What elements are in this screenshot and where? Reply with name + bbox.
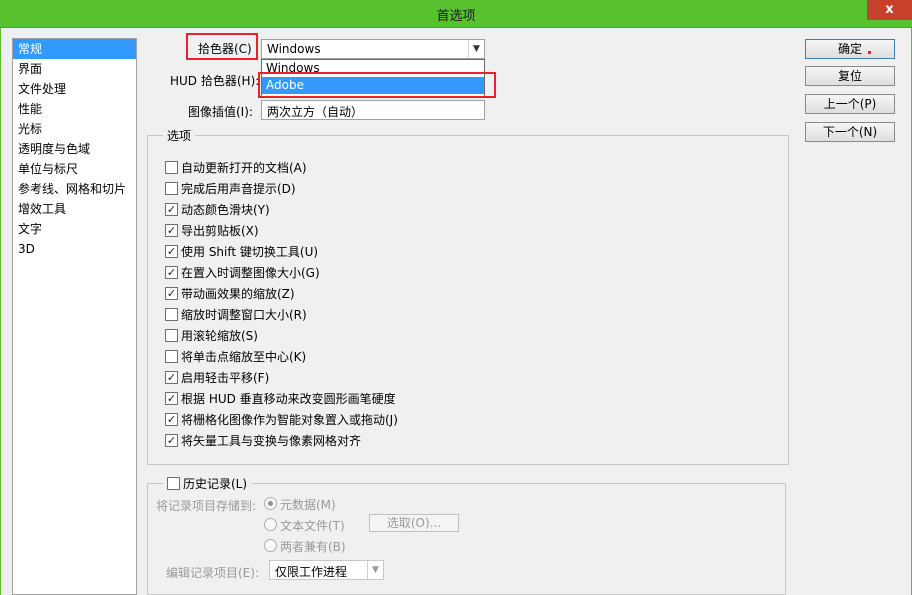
history-group-header: 历史记录(L) (163, 475, 252, 492)
interpolation-value: 两次立方（自动） (267, 105, 364, 119)
option-label: 动态颜色滑块(Y) (181, 202, 270, 217)
checkbox-checked[interactable]: ✓ (165, 412, 178, 426)
red-marker (868, 51, 871, 54)
prev-button[interactable]: 上一个(P) (805, 94, 895, 114)
ok-button[interactable]: 确定 (805, 39, 895, 59)
checkbox[interactable] (165, 349, 178, 363)
option-row[interactable]: 缩放时调整窗口大小(R) (165, 305, 307, 323)
option-label: 将单击点缩放至中心(K) (181, 349, 307, 364)
checkbox-checked[interactable]: ✓ (165, 265, 178, 279)
radio-both-label: 两者兼有(B) (280, 540, 346, 554)
edit-log-value: 仅限工作进程 (275, 565, 348, 579)
color-picker-select[interactable]: Windows ▼ (261, 39, 485, 59)
history-checkbox[interactable] (167, 477, 180, 490)
option-label: 将矢量工具与变换与像素网格对齐 (181, 433, 362, 448)
interpolation-select[interactable]: 两次立方（自动） (261, 100, 485, 120)
checkbox-checked[interactable]: ✓ (165, 391, 178, 405)
radio-metadata[interactable] (264, 497, 277, 510)
option-row[interactable]: 用滚轮缩放(S) (165, 326, 258, 344)
chevron-down-icon[interactable]: ▼ (367, 561, 383, 579)
sidebar-item[interactable]: 3D (13, 239, 136, 259)
option-row[interactable]: ✓ 启用轻击平移(F) (165, 368, 269, 386)
option-row[interactable]: ✓ 带动画效果的缩放(Z) (165, 284, 295, 302)
hud-picker-label: HUD 拾色器(H): (170, 74, 260, 88)
close-icon[interactable]: x (867, 0, 912, 20)
option-row[interactable]: ✓ 将矢量工具与变换与像素网格对齐 (165, 431, 361, 449)
sidebar-item[interactable]: 性能 (13, 99, 136, 119)
checkbox-checked[interactable]: ✓ (165, 286, 178, 300)
option-label: 根据 HUD 垂直移动来改变圆形画笔硬度 (181, 391, 396, 406)
checkbox-checked[interactable]: ✓ (165, 433, 178, 447)
next-button[interactable]: 下一个(N) (805, 122, 895, 142)
option-row[interactable]: ✓ 在置入时调整图像大小(G) (165, 263, 320, 281)
option-row[interactable]: ✓ 导出剪贴板(X) (165, 221, 259, 239)
window-title: 首选项 (436, 9, 476, 24)
chevron-down-icon[interactable]: ▼ (468, 40, 484, 58)
option-label: 导出剪贴板(X) (181, 223, 259, 238)
radio-both[interactable] (264, 539, 277, 552)
title-bar: 首选项 x (0, 0, 912, 28)
checkbox[interactable] (165, 160, 178, 174)
option-row[interactable]: ✓ 动态颜色滑块(Y) (165, 200, 270, 218)
edit-log-select[interactable]: 仅限工作进程 ▼ (269, 560, 384, 580)
option-row[interactable]: ✓ 根据 HUD 垂直移动来改变圆形画笔硬度 (165, 389, 396, 407)
highlight-box-label (186, 33, 258, 60)
sidebar-item[interactable]: 界面 (13, 59, 136, 79)
sidebar-item[interactable]: 文字 (13, 219, 136, 239)
interpolation-label: 图像插值(I): (188, 105, 253, 119)
option-label: 完成后用声音提示(D) (181, 181, 296, 196)
sidebar-item[interactable]: 增效工具 (13, 199, 136, 219)
option-label: 缩放时调整窗口大小(R) (181, 307, 307, 322)
choose-button[interactable]: 选取(O)... (369, 514, 459, 532)
history-title: 历史记录(L) (183, 477, 248, 491)
checkbox[interactable] (165, 307, 178, 321)
checkbox[interactable] (165, 181, 178, 195)
color-picker-value: Windows (267, 42, 321, 56)
option-row[interactable]: 完成后用声音提示(D) (165, 179, 296, 197)
option-row[interactable]: 自动更新打开的文档(A) (165, 158, 307, 176)
sidebar-item[interactable]: 参考线、网格和切片 (13, 179, 136, 199)
radio-metadata-label: 元数据(M) (280, 498, 336, 512)
option-row[interactable]: 将单击点缩放至中心(K) (165, 347, 306, 365)
category-list[interactable]: 常规 界面 文件处理 性能 光标 透明度与色域 单位与标尺 参考线、网格和切片 增效工具 文字 3D (12, 38, 137, 595)
checkbox-checked[interactable]: ✓ (165, 370, 178, 384)
options-group-title: 选项 (163, 127, 196, 144)
sidebar-item[interactable]: 光标 (13, 119, 136, 139)
reset-button[interactable]: 复位 (805, 66, 895, 86)
option-label: 在置入时调整图像大小(G) (181, 265, 320, 280)
checkbox[interactable] (165, 328, 178, 342)
radio-textfile[interactable] (264, 518, 277, 531)
checkbox-checked[interactable]: ✓ (165, 202, 178, 216)
sidebar-item[interactable]: 常规 (13, 39, 136, 59)
checkbox-checked[interactable]: ✓ (165, 223, 178, 237)
sidebar-item[interactable]: 文件处理 (13, 79, 136, 99)
option-row[interactable]: ✓ 将栅格化图像作为智能对象置入或拖动(J) (165, 410, 398, 428)
option-row[interactable]: ✓ 使用 Shift 键切换工具(U) (165, 242, 318, 260)
option-label: 带动画效果的缩放(Z) (181, 286, 295, 301)
edit-log-label: 编辑记录项目(E): (166, 566, 259, 580)
radio-textfile-label: 文本文件(T) (280, 519, 345, 533)
save-to-label: 将记录项目存储到: (156, 499, 257, 513)
option-label: 使用 Shift 键切换工具(U) (181, 244, 319, 259)
sidebar-item[interactable]: 透明度与色域 (13, 139, 136, 159)
option-label: 将栅格化图像作为智能对象置入或拖动(J) (181, 412, 398, 427)
highlight-box-adobe (258, 72, 496, 98)
option-label: 用滚轮缩放(S) (181, 328, 258, 343)
option-label: 自动更新打开的文档(A) (181, 160, 307, 175)
checkbox-checked[interactable]: ✓ (165, 244, 178, 258)
option-label: 启用轻击平移(F) (181, 370, 270, 385)
sidebar-item[interactable]: 单位与标尺 (13, 159, 136, 179)
